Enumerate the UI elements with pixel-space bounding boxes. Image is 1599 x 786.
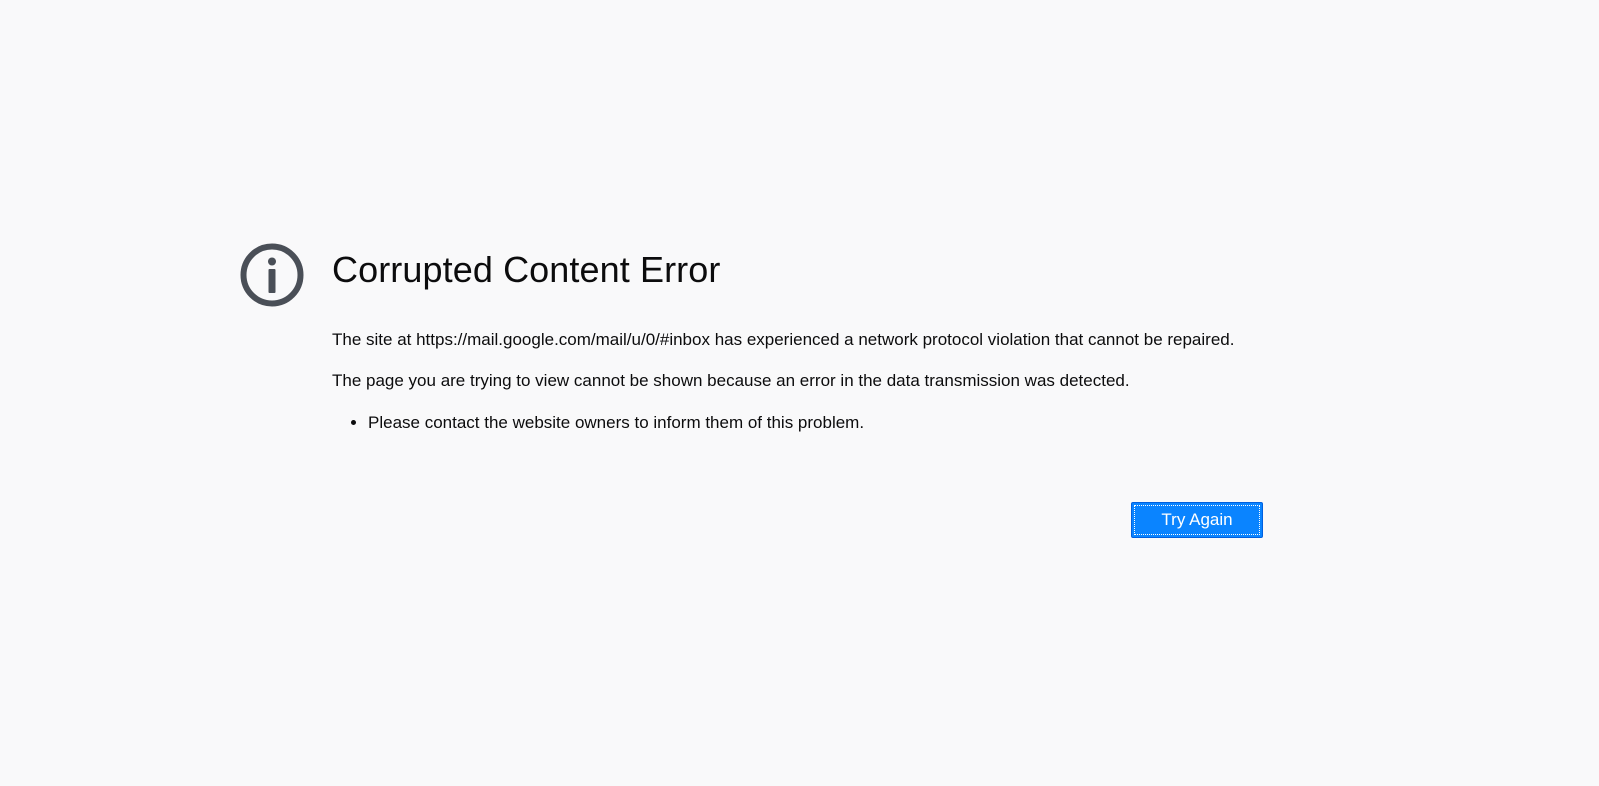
- try-again-button[interactable]: Try Again: [1131, 502, 1263, 538]
- error-description: The page you are trying to view cannot b…: [332, 371, 1130, 390]
- button-row: Try Again: [1131, 502, 1263, 538]
- error-suggestions: Please contact the website owners to inf…: [332, 411, 1264, 435]
- info-icon: [240, 243, 304, 307]
- page-title: Corrupted Content Error: [332, 249, 721, 290]
- list-item: Please contact the website owners to inf…: [368, 411, 1264, 435]
- error-content: Corrupted Content Error The site at http…: [332, 240, 1264, 435]
- error-intro: The site at https://mail.google.com/mail…: [332, 330, 1235, 349]
